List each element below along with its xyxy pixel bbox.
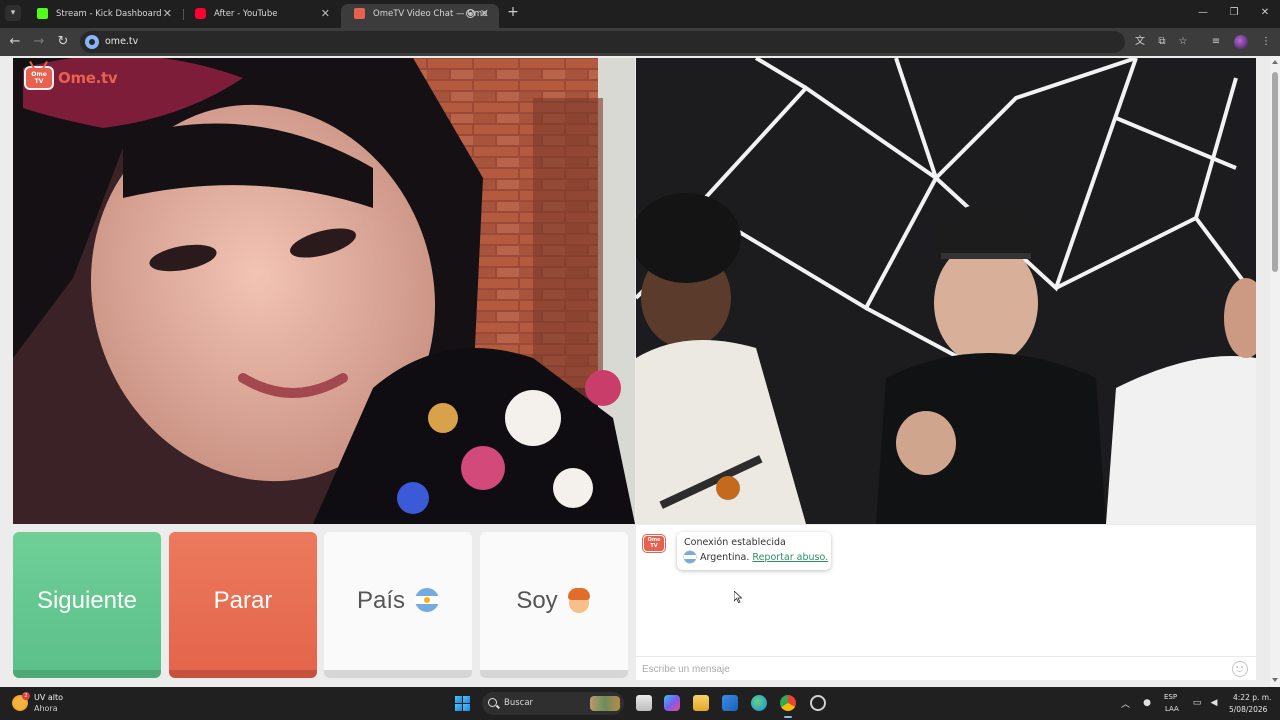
gender-button[interactable]: Soy	[480, 532, 628, 678]
stop-label: Parar	[213, 587, 273, 614]
obs-icon[interactable]	[810, 695, 826, 711]
windows-start-icon[interactable]	[455, 696, 470, 711]
kick-favicon-icon	[37, 8, 48, 19]
back-icon[interactable]: ←	[6, 33, 24, 51]
search-label: Buscar	[504, 698, 534, 708]
chat-avatar-text: Ome TV	[647, 537, 661, 549]
restore-icon[interactable]: ❐	[1219, 3, 1249, 23]
clock-time[interactable]: 4:22 p. m.	[1233, 693, 1271, 702]
logo-tv-icon: Ome TV	[24, 66, 54, 90]
site-info-icon[interactable]	[85, 35, 99, 49]
forward-icon[interactable]: →	[30, 33, 48, 51]
browser-toolbar: ← → ↻ ome.tv 文 ⧉ ☆ ≡ ⋮	[0, 28, 1280, 56]
smiley-icon[interactable]	[1232, 661, 1248, 677]
connection-status: Conexión establecida	[684, 537, 786, 548]
profile-avatar-icon[interactable]	[1234, 35, 1248, 49]
report-abuse-link[interactable]: Reportar abuso.	[752, 552, 828, 563]
close-icon[interactable]: ✕	[1250, 3, 1280, 23]
tab-ometv[interactable]: OmeTV Video Chat — Ome ✕	[341, 4, 499, 28]
logo-badge-text: Ome TV	[31, 71, 47, 85]
reading-list-icon[interactable]: ≡	[1209, 35, 1223, 49]
minimize-icon[interactable]: —	[1188, 3, 1218, 23]
tab-youtube[interactable]: After - YouTube ✕	[182, 4, 340, 28]
close-tab-icon[interactable]: ✕	[480, 4, 489, 24]
edge-icon[interactable]	[751, 695, 767, 711]
self-video	[636, 58, 1256, 524]
network-icon[interactable]: ▭	[1191, 697, 1203, 709]
volume-icon[interactable]: ◀	[1208, 697, 1220, 709]
search-icon	[488, 698, 497, 707]
next-button[interactable]: Siguiente	[13, 532, 161, 678]
boy-face-icon	[566, 587, 592, 613]
bookmark-star-icon[interactable]: ☆	[1176, 35, 1190, 49]
logo-text: Ome.tv	[58, 69, 118, 87]
ometv-favicon-icon	[354, 8, 365, 19]
country-name: Argentina.	[700, 552, 750, 563]
self-video-frame	[636, 58, 1256, 524]
file-explorer-icon[interactable]	[693, 695, 709, 711]
youtube-favicon-icon	[195, 8, 206, 19]
new-tab-button[interactable]: +	[505, 4, 521, 20]
scroll-down-arrow-icon[interactable]	[1272, 678, 1278, 682]
task-view-icon[interactable]	[636, 695, 652, 711]
url-text: ome.tv	[105, 36, 139, 47]
tab-strip: ▾ Stream - Kick Dashboard ✕ After - YouT…	[0, 0, 1280, 28]
country-button[interactable]: País	[324, 532, 472, 678]
address-bar[interactable]: ome.tv	[80, 31, 1125, 53]
ometv-chat-avatar-icon: Ome TV	[643, 535, 665, 552]
message-input[interactable]	[642, 661, 1222, 677]
translate-icon[interactable]: 文	[1133, 35, 1147, 49]
stop-button[interactable]: Parar	[169, 532, 317, 678]
ometv-page: Ome TV Ome.tv Siguiente Parar País Soy O…	[0, 56, 1280, 687]
recording-icon	[466, 9, 475, 18]
weather-badge: 2	[22, 692, 30, 700]
microphone-icon[interactable]: ●	[1141, 697, 1153, 709]
reload-icon[interactable]: ↻	[54, 33, 72, 51]
stranger-video: Ome TV Ome.tv	[13, 58, 635, 524]
next-label: Siguiente	[36, 587, 138, 614]
argentina-flag-icon	[684, 550, 696, 563]
keyboard-layout[interactable]: LAA	[1165, 705, 1179, 713]
tab-title: After - YouTube	[214, 9, 278, 19]
cast-icon[interactable]: ⧉	[1155, 35, 1169, 49]
message-bar	[636, 656, 1256, 680]
language-code[interactable]: ESP	[1164, 693, 1177, 701]
clock-date[interactable]: 5/08/2026	[1229, 705, 1267, 714]
mouse-cursor-icon	[734, 591, 742, 603]
scroll-up-arrow-icon[interactable]	[1272, 60, 1278, 64]
weather-subtext[interactable]: Ahora	[34, 704, 58, 713]
gender-label: Soy	[516, 587, 558, 614]
close-tab-icon[interactable]: ✕	[321, 4, 330, 24]
menu-dots-icon[interactable]: ⋮	[1259, 35, 1273, 49]
windows-taskbar: 2 UV alto Ahora Buscar ︿ ● ESP LAA ▭ ◀ 4…	[0, 687, 1280, 720]
microsoft-store-icon[interactable]	[722, 695, 738, 711]
country-line: Argentina. Reportar abuso.	[684, 550, 828, 566]
page-scrollbar[interactable]	[1270, 56, 1280, 687]
weather-text[interactable]: UV alto	[34, 693, 63, 702]
close-tab-icon[interactable]: ✕	[163, 4, 172, 24]
search-highlight-image	[590, 696, 620, 711]
tab-title: Stream - Kick Dashboard	[56, 9, 162, 19]
system-message: Conexión establecida Argentina. Reportar…	[677, 532, 831, 570]
tray-overflow-icon[interactable]: ︿	[1121, 697, 1130, 710]
tab-search-icon[interactable]: ▾	[5, 5, 21, 21]
scroll-thumb[interactable]	[1272, 72, 1278, 272]
argentina-flag-icon	[415, 587, 440, 612]
widgets-icon[interactable]	[664, 695, 680, 711]
tab-kick-dashboard[interactable]: Stream - Kick Dashboard ✕	[24, 4, 182, 28]
chrome-icon[interactable]	[780, 695, 796, 718]
stranger-video-frame	[13, 58, 635, 524]
country-label: País	[356, 587, 406, 614]
taskbar-search[interactable]: Buscar	[482, 692, 624, 715]
